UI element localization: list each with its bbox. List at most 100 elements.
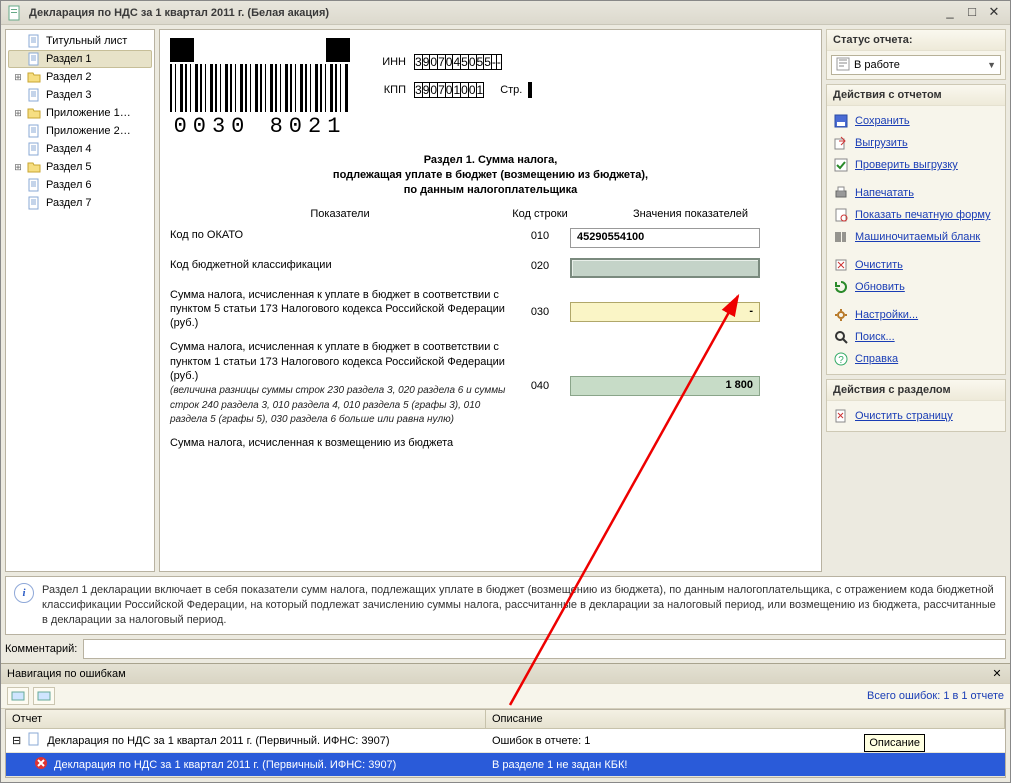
tree-label: Раздел 3 [46, 89, 92, 101]
tree-label: Приложение 1… [46, 107, 131, 119]
status-block: Статус отчета: В работе ▼ [826, 29, 1006, 80]
check-icon [833, 157, 849, 173]
row-okato: Код по ОКАТО 010 45290554100 [170, 228, 811, 248]
code-cell[interactable] [530, 82, 532, 98]
document-icon [26, 142, 42, 156]
form-icon [833, 207, 849, 223]
expand-icon[interactable]: ⊞ [12, 107, 24, 119]
collapse-icon[interactable]: ⊟ [12, 734, 21, 747]
section-actions-block: Действия с разделом Очистить страницу [826, 379, 1006, 432]
link-save[interactable]: Сохранить [831, 110, 1001, 132]
document-icon [26, 34, 42, 48]
errors-title: Навигация по ошибкам ✕ [1, 664, 1010, 683]
link-help[interactable]: ?Справка [831, 348, 1001, 370]
status-dropdown[interactable]: В работе ▼ [831, 55, 1001, 75]
errors-panel: Навигация по ошибкам ✕ Всего ошибок: 1 в… [1, 663, 1010, 782]
tree-label: Раздел 4 [46, 143, 92, 155]
inn-label: ИНН [366, 56, 406, 68]
expand-all-button[interactable] [7, 687, 29, 705]
document-icon [26, 196, 42, 210]
report-icon [27, 732, 41, 749]
columns-header: Показатели Код строки Значения показател… [170, 208, 811, 220]
error-icon [34, 756, 48, 773]
tree-label: Приложение 2… [46, 125, 131, 137]
link-machine-form[interactable]: Машиночитаемый бланк [831, 226, 1001, 248]
link-refresh[interactable]: Обновить [831, 276, 1001, 298]
folder-icon [26, 160, 42, 174]
tree-item-section-2[interactable]: ⊞ Раздел 2 [8, 68, 152, 86]
top-row: Титульный лист Раздел 1 ⊞ Раздел 2 Разде… [5, 29, 1006, 572]
svg-text:?: ? [838, 355, 844, 366]
code-cell[interactable]: - [496, 54, 502, 70]
section-title: Раздел 1. Сумма налога, подлежащая уплат… [170, 153, 811, 198]
comment-label: Комментарий: [5, 643, 77, 655]
document-icon [26, 124, 42, 138]
tree-item-section-5[interactable]: ⊞ Раздел 5 [8, 158, 152, 176]
close-button[interactable]: ✕ [984, 5, 1004, 21]
link-search[interactable]: Поиск... [831, 326, 1001, 348]
minimize-button[interactable]: _ [940, 5, 960, 21]
grid-row-parent[interactable]: ⊟ Декларация по НДС за 1 квартал 2011 г.… [6, 729, 1005, 753]
save-icon [833, 113, 849, 129]
tree-label: Раздел 1 [46, 53, 92, 65]
maximize-button[interactable]: □ [962, 5, 982, 21]
tree-label: Раздел 5 [46, 161, 92, 173]
collapse-all-button[interactable] [33, 687, 55, 705]
tree-label: Раздел 2 [46, 71, 92, 83]
row-kbk: Код бюджетной классификации 020 [170, 258, 811, 278]
form-panel: 0030 8021 ИНН 3907045055-- КПП 390701001… [159, 29, 822, 572]
app-icon [7, 5, 23, 21]
chevron-down-icon: ▼ [987, 60, 996, 70]
link-settings[interactable]: Настройки... [831, 304, 1001, 326]
expand-icon[interactable]: ⊞ [12, 71, 24, 83]
barcode-icon [833, 229, 849, 245]
clear-page-icon [833, 408, 849, 424]
kpp-row: КПП 390701001 Стр. [366, 80, 811, 100]
close-errors-button[interactable]: ✕ [990, 667, 1004, 680]
field-030[interactable]: - [570, 302, 760, 322]
link-show-print-form[interactable]: Показать печатную форму [831, 204, 1001, 226]
tree-item-appendix-1[interactable]: ⊞ Приложение 1… [8, 104, 152, 122]
tree-item-title-page[interactable]: Титульный лист [8, 32, 152, 50]
tree-item-section-6[interactable]: Раздел 6 [8, 176, 152, 194]
barcode: 0030 8021 [170, 38, 350, 139]
tree-label: Титульный лист [46, 35, 127, 47]
code-cell[interactable]: 1 [476, 82, 485, 98]
link-clear-page[interactable]: Очистить страницу [831, 405, 1001, 427]
tree-item-section-7[interactable]: Раздел 7 [8, 194, 152, 212]
tree-label: Раздел 7 [46, 197, 92, 209]
link-clear[interactable]: Очистить [831, 254, 1001, 276]
expand-icon[interactable]: ⊞ [12, 161, 24, 173]
section-tree[interactable]: Титульный лист Раздел 1 ⊞ Раздел 2 Разде… [5, 29, 155, 572]
search-icon [833, 329, 849, 345]
tree-item-section-4[interactable]: Раздел 4 [8, 140, 152, 158]
link-print[interactable]: Напечатать [831, 182, 1001, 204]
help-icon: ? [833, 351, 849, 367]
folder-icon [26, 106, 42, 120]
gear-icon [833, 307, 849, 323]
barcode-number: 0030 8021 [174, 114, 347, 139]
tree-item-section-3[interactable]: Раздел 3 [8, 86, 152, 104]
okato-field[interactable]: 45290554100 [570, 228, 760, 248]
app-window: Декларация по НДС за 1 квартал 2011 г. (… [0, 0, 1011, 783]
kpp-label: КПП [366, 84, 406, 96]
link-export[interactable]: Выгрузить [831, 132, 1001, 154]
row-cut: Сумма налога, исчисленная к возмещению и… [170, 436, 811, 450]
field-040[interactable]: 1 800 [570, 376, 760, 396]
side-panel: Статус отчета: В работе ▼ Действия с отч… [826, 29, 1006, 572]
grid-row-error[interactable]: Декларация по НДС за 1 квартал 2011 г. (… [6, 753, 1005, 777]
tree-item-section-1[interactable]: Раздел 1 [8, 50, 152, 68]
errors-grid[interactable]: Отчет Описание ⊟ Декларация по НДС за 1 … [5, 709, 1006, 778]
tree-item-appendix-2[interactable]: Приложение 2… [8, 122, 152, 140]
document-icon [26, 52, 42, 66]
comment-row: Комментарий: [5, 639, 1006, 659]
link-check-export[interactable]: Проверить выгрузку [831, 154, 1001, 176]
info-panel: i Раздел 1 декларации включает в себя по… [5, 576, 1006, 635]
comment-input[interactable] [83, 639, 1006, 659]
kbk-field[interactable] [570, 258, 760, 278]
status-icon [836, 57, 850, 74]
clear-icon [833, 257, 849, 273]
titlebar: Декларация по НДС за 1 квартал 2011 г. (… [1, 1, 1010, 25]
row-030: Сумма налога, исчисленная к уплате в бюд… [170, 288, 811, 331]
row-040: Сумма налога, исчисленная к уплате в бюд… [170, 340, 811, 426]
